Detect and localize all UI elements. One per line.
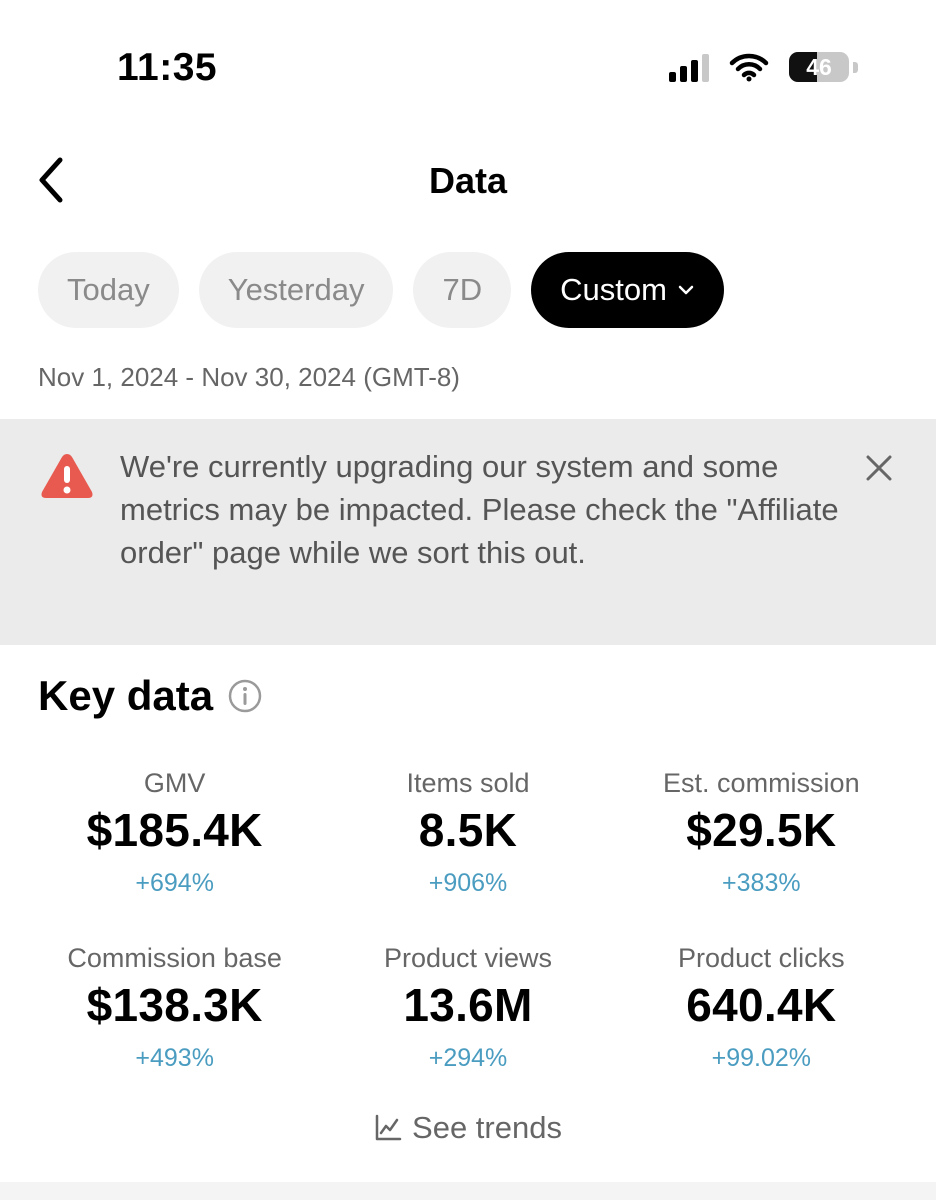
metrics-row: GMV $185.4K +694% Items sold 8.5K +906% …: [28, 760, 908, 935]
trend-chart-icon: [374, 1114, 402, 1142]
key-data-title: Key data: [38, 672, 214, 719]
section-title: Key data: [38, 672, 263, 720]
metric-est-commission[interactable]: Est. commission $29.5K +383%: [615, 760, 908, 935]
status-icons: 46: [669, 52, 858, 82]
header: Data: [0, 140, 936, 224]
metric-product-clicks[interactable]: Product clicks 640.4K +99.02%: [615, 935, 908, 1110]
metric-change: +694%: [135, 869, 214, 897]
page-title: Data: [428, 160, 508, 201]
battery-icon: 46: [789, 52, 849, 82]
battery-level: 46: [806, 53, 832, 80]
tab-label: 7D: [442, 272, 483, 307]
metric-label: Product views: [383, 943, 553, 973]
date-tabs: Today Yesterday 7D Custom: [38, 252, 724, 328]
metric-label: Product clicks: [678, 943, 845, 973]
warning-icon: [40, 451, 94, 501]
tab-label: Yesterday: [227, 272, 365, 307]
metric-items-sold[interactable]: Items sold 8.5K +906%: [321, 760, 614, 935]
metric-change: +99.02%: [711, 1044, 812, 1072]
metric-change: +383%: [722, 869, 801, 897]
metric-commission-base[interactable]: Commission base $138.3K +493%: [28, 935, 321, 1110]
chevron-down-icon: [677, 284, 695, 296]
cellular-signal-icon: [669, 52, 709, 82]
metric-change: +294%: [428, 1044, 508, 1072]
metric-change: +906%: [428, 869, 508, 897]
metric-value: 8.5K: [418, 804, 518, 856]
metric-value: $29.5K: [686, 804, 837, 856]
metric-label: Commission base: [67, 943, 282, 973]
metric-value: $185.4K: [86, 804, 263, 856]
system-notice-banner: We're currently upgrading our system and…: [0, 419, 936, 645]
metric-label: Est. commission: [663, 768, 860, 798]
metric-value: 640.4K: [686, 979, 837, 1031]
tab-label: Custom: [560, 272, 667, 307]
metric-gmv[interactable]: GMV $185.4K +694%: [28, 760, 321, 935]
date-range: Nov 1, 2024 - Nov 30, 2024 (GMT-8): [38, 362, 460, 392]
metric-change: +493%: [135, 1044, 214, 1072]
tab-7d[interactable]: 7D: [413, 252, 512, 328]
see-trends-link[interactable]: See trends: [0, 1110, 936, 1146]
metric-label: Items sold: [406, 768, 530, 798]
metrics-grid: GMV $185.4K +694% Items sold 8.5K +906% …: [28, 760, 908, 1110]
see-trends-label: See trends: [412, 1110, 562, 1145]
metrics-row: Commission base $138.3K +493% Product vi…: [28, 935, 908, 1110]
metric-label: GMV: [143, 768, 206, 798]
info-icon[interactable]: [227, 678, 263, 714]
battery-tip: [853, 61, 858, 73]
tab-today[interactable]: Today: [38, 252, 179, 328]
tab-yesterday[interactable]: Yesterday: [198, 252, 394, 328]
status-time: 11:35: [117, 46, 218, 89]
close-icon[interactable]: [864, 453, 894, 483]
metric-value: 13.6M: [403, 979, 533, 1031]
tab-custom[interactable]: Custom: [531, 252, 724, 328]
wifi-icon: [729, 52, 769, 82]
banner-message: We're currently upgrading our system and…: [120, 449, 839, 570]
metric-product-views[interactable]: Product views 13.6M +294%: [321, 935, 614, 1110]
tab-label: Today: [67, 272, 150, 307]
status-bar: 11:35 46: [0, 0, 936, 130]
section-divider: [0, 1182, 936, 1200]
metric-value: $138.3K: [86, 979, 263, 1031]
